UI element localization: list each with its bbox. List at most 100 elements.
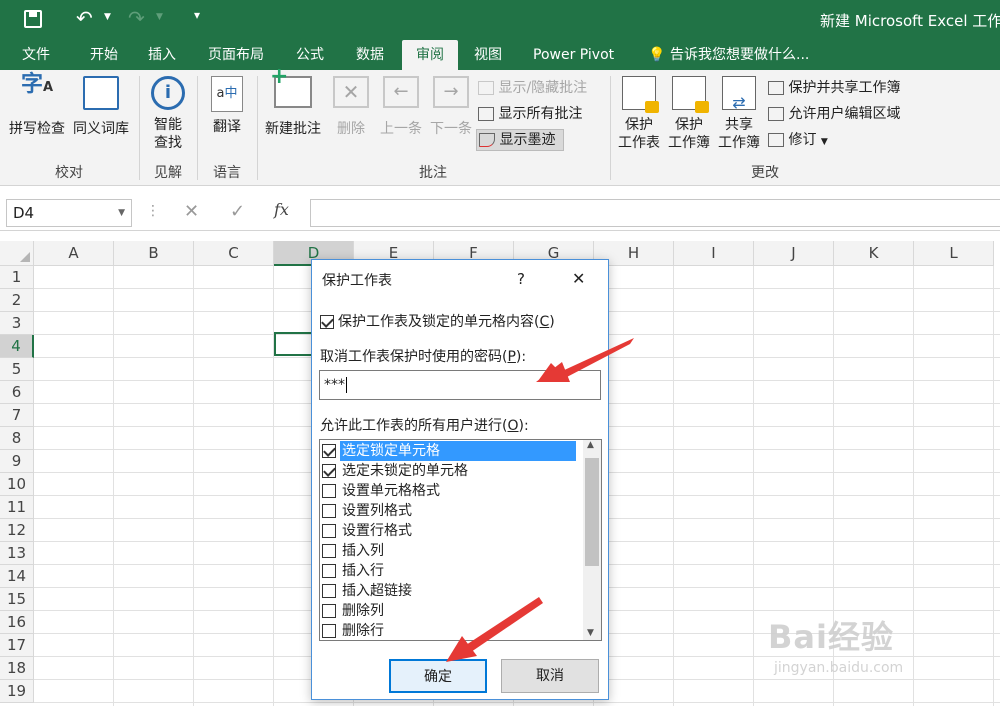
cancel-formula-icon[interactable]: ✕ — [184, 201, 199, 222]
row-header-9[interactable]: 9 — [0, 450, 34, 473]
smart-lookup-button[interactable]: i 智能 查找 — [142, 76, 194, 152]
checkbox-icon[interactable] — [322, 524, 336, 538]
tab-formulas[interactable]: 公式 — [296, 40, 324, 70]
protect-share-workbook-button[interactable]: 保护并共享工作簿 — [768, 78, 900, 98]
group-label-proofing: 校对 — [55, 165, 83, 181]
row-header-13[interactable]: 13 — [0, 542, 34, 565]
scroll-down-icon[interactable]: ▼ — [587, 628, 594, 638]
row-header-11[interactable]: 11 — [0, 496, 34, 519]
column-header-c[interactable]: C — [194, 241, 274, 266]
row-header-10[interactable]: 10 — [0, 473, 34, 496]
name-box[interactable]: D4 ▼ — [6, 199, 132, 227]
row-header-5[interactable]: 5 — [0, 358, 34, 381]
ok-button[interactable]: 确定 — [389, 659, 487, 693]
row-header-14[interactable]: 14 — [0, 565, 34, 588]
checkbox-icon[interactable] — [322, 444, 336, 458]
checkbox-icon — [320, 315, 334, 329]
redo-dropdown-icon[interactable]: ▼ — [156, 12, 163, 22]
row-header-17[interactable]: 17 — [0, 634, 34, 657]
permission-item[interactable]: 插入列 — [322, 541, 577, 561]
permission-item[interactable]: 插入超链接 — [322, 581, 577, 601]
spelling-button[interactable]: 字A 拼写检查 — [4, 74, 70, 138]
checkbox-icon[interactable] — [322, 564, 336, 578]
show-ink-button[interactable]: 显示墨迹 — [476, 129, 565, 151]
permission-item[interactable]: 设置行格式 — [322, 521, 577, 541]
cancel-button[interactable]: 取消 — [501, 659, 599, 693]
checkbox-icon[interactable] — [322, 504, 336, 518]
checkbox-icon[interactable] — [322, 584, 336, 598]
tab-review[interactable]: 审阅 — [402, 40, 458, 70]
row-header-15[interactable]: 15 — [0, 588, 34, 611]
row-header-8[interactable]: 8 — [0, 427, 34, 450]
row-header-6[interactable]: 6 — [0, 381, 34, 404]
row-header-1[interactable]: 1 — [0, 266, 34, 289]
undo-dropdown-icon[interactable]: ▼ — [104, 12, 111, 22]
track-changes-button[interactable]: 修订 ▼ — [768, 130, 828, 152]
checkbox-icon[interactable] — [322, 544, 336, 558]
row-header-18[interactable]: 18 — [0, 657, 34, 680]
permissions-list[interactable]: 选定锁定单元格 选定未锁定的单元格 设置单元格格式 设置列格式 设置行格式 插入列 插入行插… — [319, 439, 602, 641]
checkbox-icon[interactable] — [322, 484, 336, 498]
drag-handle-icon[interactable]: ⋮ — [146, 203, 160, 219]
permission-item[interactable]: 设置列格式 — [322, 501, 577, 521]
permission-item[interactable]: 选定锁定单元格 — [322, 441, 577, 461]
show-hide-comment-button[interactable]: 显示/隐藏批注 — [478, 78, 587, 98]
row-header-2[interactable]: 2 — [0, 289, 34, 312]
permission-item[interactable]: 选定未锁定的单元格 — [322, 461, 577, 481]
new-comment-button[interactable]: + 新建批注 — [260, 66, 326, 138]
allow-edit-icon — [768, 107, 784, 121]
tab-view[interactable]: 视图 — [474, 40, 502, 70]
save-icon[interactable] — [24, 10, 42, 28]
row-header-7[interactable]: 7 — [0, 404, 34, 427]
next-comment-button[interactable]: → 下一条 — [426, 76, 476, 138]
row-header-16[interactable]: 16 — [0, 611, 34, 634]
scroll-up-icon[interactable]: ▲ — [587, 440, 594, 450]
checkbox-icon[interactable] — [322, 464, 336, 478]
tab-home[interactable]: 开始 — [90, 40, 118, 70]
insert-function-icon[interactable]: fx — [274, 200, 289, 219]
checkbox-icon[interactable] — [322, 604, 336, 618]
checkbox-icon[interactable] — [322, 624, 336, 638]
protect-contents-checkbox[interactable]: 保护工作表及锁定的单元格内容(C) — [320, 311, 555, 331]
previous-comment-button[interactable]: ← 上一条 — [376, 76, 426, 138]
formula-input[interactable] — [310, 199, 1000, 227]
confirm-formula-icon[interactable]: ✓ — [230, 201, 245, 222]
row-header-4[interactable]: 4 — [0, 335, 34, 358]
tab-power-pivot[interactable]: Power Pivot — [533, 40, 614, 70]
show-all-comments-button[interactable]: 显示所有批注 — [478, 104, 582, 124]
column-header-k[interactable]: K — [834, 241, 914, 266]
tab-insert[interactable]: 插入 — [148, 40, 176, 70]
redo-icon[interactable]: ↷ — [128, 6, 145, 30]
tab-file[interactable]: 文件 — [22, 40, 50, 70]
chevron-down-icon[interactable]: ▼ — [118, 200, 125, 226]
thesaurus-button[interactable]: 同义词库 — [70, 76, 132, 138]
column-header-l[interactable]: L — [914, 241, 994, 266]
close-icon[interactable]: ✕ — [572, 269, 585, 288]
help-button[interactable]: ? — [517, 270, 525, 288]
permission-item[interactable]: 插入行 — [322, 561, 577, 581]
permission-item[interactable]: 设置单元格格式 — [322, 481, 577, 501]
protect-sheet-button[interactable]: 保护 工作表 — [614, 76, 664, 152]
row-header-12[interactable]: 12 — [0, 519, 34, 542]
undo-icon[interactable]: ↶ — [76, 6, 93, 30]
column-header-j[interactable]: J — [754, 241, 834, 266]
tab-page-layout[interactable]: 页面布局 — [208, 40, 264, 70]
customize-qat-icon[interactable]: ▾ — [194, 8, 200, 22]
scrollbar[interactable]: ▲ ▼ — [583, 440, 601, 640]
protect-workbook-button[interactable]: 保护 工作簿 — [664, 76, 714, 152]
column-header-a[interactable]: A — [34, 241, 114, 266]
select-all-corner[interactable] — [0, 241, 34, 266]
permission-item[interactable]: 删除列 — [322, 601, 577, 621]
permission-item[interactable]: 删除行 — [322, 621, 577, 640]
column-header-b[interactable]: B — [114, 241, 194, 266]
delete-comment-button[interactable]: ✕ 删除 — [328, 76, 374, 138]
password-input[interactable]: *** — [319, 370, 601, 400]
tab-data[interactable]: 数据 — [356, 40, 384, 70]
allow-edit-ranges-button[interactable]: 允许用户编辑区域 — [768, 104, 900, 124]
share-workbook-button[interactable]: ⇄ 共享 工作簿 — [714, 76, 764, 152]
translate-button[interactable]: a中 翻译 — [202, 76, 252, 136]
column-header-i[interactable]: I — [674, 241, 754, 266]
tell-me-box[interactable]: 告诉我您想要做什么... — [670, 40, 809, 70]
row-header-3[interactable]: 3 — [0, 312, 34, 335]
scrollbar-thumb[interactable] — [585, 458, 599, 566]
